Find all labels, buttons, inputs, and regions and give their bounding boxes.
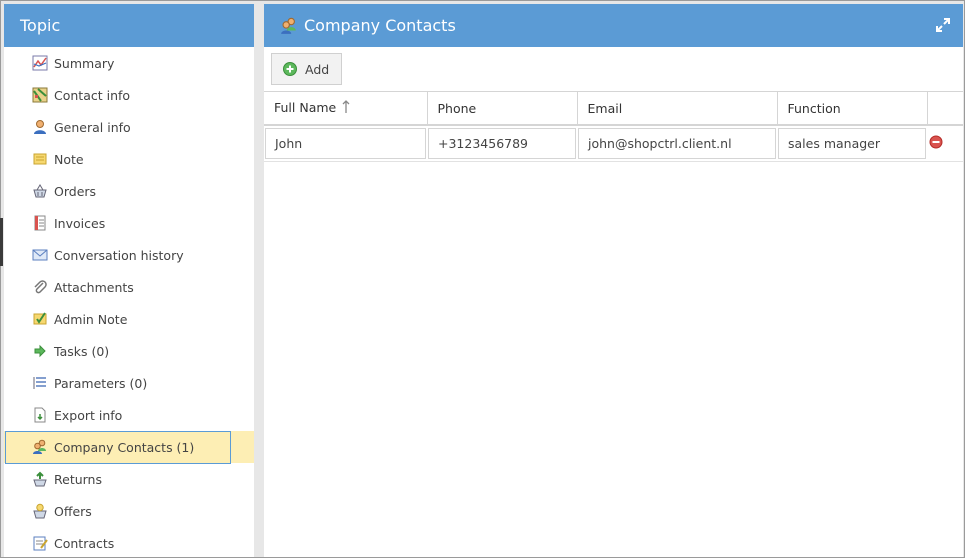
email-field[interactable]: john@shopctrl.client.nl <box>578 128 776 159</box>
sidebar-item-offers[interactable]: Offers <box>4 495 254 527</box>
panel-title: Company Contacts <box>304 16 456 35</box>
list-icon <box>32 375 48 391</box>
person-icon <box>32 119 48 135</box>
sort-ascending-icon <box>342 99 350 117</box>
sidebar-item-label: Export info <box>54 407 123 423</box>
sidebar-item-orders[interactable]: Orders <box>4 175 254 207</box>
full-name-field[interactable]: John <box>265 128 426 159</box>
note-icon <box>32 151 48 167</box>
phone-cell: +3123456789 <box>427 125 577 162</box>
panel-resize-handle[interactable] <box>0 218 3 266</box>
add-icon <box>282 61 298 77</box>
sidebar-item-returns[interactable]: Returns <box>4 463 254 495</box>
sidebar-item-label: Note <box>54 151 84 167</box>
expand-icon[interactable] <box>935 17 951 33</box>
column-header-full-name[interactable]: Full Name <box>264 92 428 126</box>
delete-row-icon[interactable] <box>929 135 943 149</box>
sidebar-item-tasks[interactable]: Tasks (0) <box>4 335 254 367</box>
phone-field[interactable]: +3123456789 <box>428 128 576 159</box>
panel-header: Company Contacts <box>264 4 963 47</box>
admin-note-icon <box>32 311 48 327</box>
sidebar-item-label: Invoices <box>54 215 106 231</box>
sidebar-item-parameters[interactable]: Parameters (0) <box>4 367 254 399</box>
toolbar: Add <box>264 47 963 92</box>
column-header-function[interactable]: Function <box>777 92 928 126</box>
table-row: John +3123456789 john@shopctrl.client.nl… <box>264 125 963 162</box>
returns-icon <box>32 471 48 487</box>
sidebar-title: Topic <box>4 4 254 47</box>
email-cell: john@shopctrl.client.nl <box>577 125 777 162</box>
table-header-row: Full Name Phone Email Function <box>264 92 963 126</box>
sidebar-item-label: Orders <box>54 183 97 199</box>
invoice-icon <box>32 215 48 231</box>
contract-icon <box>32 535 48 551</box>
function-cell: sales manager <box>777 125 927 162</box>
sidebar-item-note[interactable]: Note <box>4 143 254 175</box>
sidebar-item-general-info[interactable]: General info <box>4 111 254 143</box>
sidebar-item-company-contacts[interactable]: Company Contacts (1) <box>4 431 254 464</box>
sidebar-item-admin-note[interactable]: Admin Note <box>4 303 254 335</box>
sidebar-item-conversation-history[interactable]: Conversation history <box>4 239 254 271</box>
chart-icon <box>32 55 48 71</box>
envelope-icon <box>32 247 48 263</box>
sidebar-item-contact-info[interactable]: Contact info <box>4 79 254 111</box>
basket-icon <box>32 183 48 199</box>
sidebar-item-label: Conversation history <box>54 247 184 263</box>
actions-cell <box>927 125 963 162</box>
topic-sidebar: Topic Summary Contact info General info … <box>4 4 254 557</box>
sidebar-item-invoices[interactable]: Invoices <box>4 207 254 239</box>
sidebar-item-label: Offers <box>54 503 92 519</box>
function-field[interactable]: sales manager <box>778 128 926 159</box>
sidebar-item-label: Contracts <box>54 535 115 551</box>
contacts-icon <box>32 439 48 455</box>
contacts-icon <box>280 17 298 35</box>
sidebar-item-attachments[interactable]: Attachments <box>4 271 254 303</box>
add-button-label: Add <box>305 61 330 77</box>
map-icon <box>32 87 48 103</box>
column-header-email[interactable]: Email <box>577 92 778 126</box>
sidebar-item-label: Tasks (0) <box>54 343 110 359</box>
arrow-right-icon <box>32 343 48 359</box>
sidebar-item-label: Parameters (0) <box>54 375 148 391</box>
column-header-phone[interactable]: Phone <box>427 92 578 126</box>
sidebar-item-summary[interactable]: Summary <box>4 47 254 79</box>
offers-icon <box>32 503 48 519</box>
sidebar-item-label: Returns <box>54 471 102 487</box>
contacts-table: Full Name Phone Email Function John +312… <box>264 92 963 162</box>
sidebar-item-label: Company Contacts (1) <box>54 439 195 455</box>
sidebar-item-contracts[interactable]: Contracts <box>4 527 254 557</box>
sidebar-item-label: General info <box>54 119 131 135</box>
full-name-cell: John <box>264 125 427 162</box>
add-button[interactable]: Add <box>271 53 343 85</box>
export-icon <box>32 407 48 423</box>
sidebar-item-label: Attachments <box>54 279 134 295</box>
sidebar-item-label: Contact info <box>54 87 131 103</box>
paperclip-icon <box>32 279 48 295</box>
topic-list: Summary Contact info General info Note O… <box>4 47 254 557</box>
company-contacts-panel: Company Contacts Add Full Name Phone Ema… <box>264 4 963 557</box>
sidebar-item-label: Admin Note <box>54 311 128 327</box>
sidebar-item-label: Summary <box>54 55 115 71</box>
sidebar-item-export-info[interactable]: Export info <box>4 399 254 431</box>
column-header-actions <box>927 92 963 126</box>
